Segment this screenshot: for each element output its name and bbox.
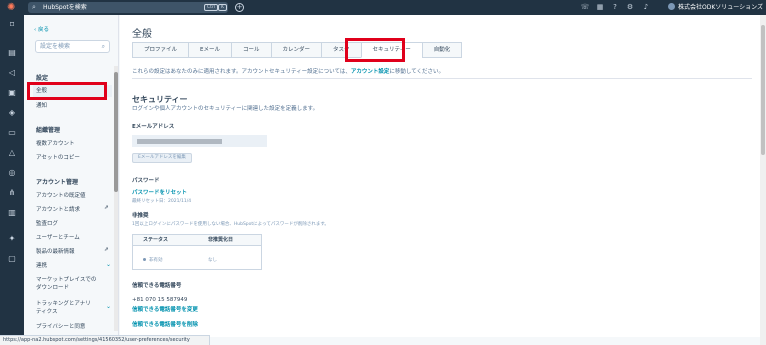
sidebar-item-integrations[interactable]: 連携 ⌄ <box>36 261 111 269</box>
sidebar-item-privacy-consent[interactable]: プライバシーと同意 <box>36 322 85 330</box>
section-heading-account: アカウント管理 <box>36 179 79 186</box>
data-icon[interactable]: ◎ <box>6 167 18 179</box>
global-search-placeholder: HubSpotを検索 <box>43 4 87 11</box>
chevron-down-icon: ⌄ <box>106 303 112 310</box>
section-heading-org: 組織管理 <box>36 127 61 134</box>
trusted-phone-label: 信頼できる電話番号 <box>132 283 182 289</box>
settings-tabs: プロファイル Eメール コール カレンダー タスク セキュリティー 自動化 <box>132 42 463 58</box>
content-icon[interactable]: ▣ <box>6 87 18 99</box>
commerce-icon[interactable]: ▭ <box>6 127 18 139</box>
column-header-deprecated-date: 非推奨化日 <box>208 237 234 243</box>
tab-calling[interactable]: コール <box>231 42 271 58</box>
shortcut-key-ctrl: Ctrl <box>204 4 219 11</box>
page-title: 全般 <box>132 29 152 40</box>
hubspot-logo-icon[interactable]: ✺ <box>7 2 18 13</box>
tab-calendar[interactable]: カレンダー <box>270 42 322 58</box>
sales-icon[interactable]: ◈ <box>6 107 18 119</box>
sidebar-item-notifications[interactable]: 通知 <box>36 101 47 109</box>
sidebar-item-users-teams[interactable]: ユーザーとチーム <box>36 233 80 241</box>
security-description: ログインや個人アカウントのセキュリティーに関連した設定を定義します。 <box>132 106 319 112</box>
contacts-icon[interactable]: ▤ <box>6 47 18 59</box>
marketing-icon[interactable]: ◁ <box>6 67 18 79</box>
email-field <box>132 135 267 147</box>
account-menu[interactable]: 株式会社ODKソリューションズ ▾ <box>668 0 766 26</box>
search-icon: ⌕ <box>101 43 105 50</box>
password-label: パスワード <box>132 178 160 184</box>
phone-icon[interactable]: ☏ <box>580 2 590 13</box>
marketplace-icon[interactable]: ▦ <box>595 2 605 13</box>
external-link-icon: ⇗ <box>104 247 109 253</box>
main-scrollbar-thumb[interactable] <box>761 25 765 155</box>
delete-phone-link[interactable]: 信頼できる電話番号を削除 <box>132 320 198 328</box>
automation-icon[interactable]: ⋔ <box>6 187 18 199</box>
passwordless-description: 1回以上ログインにパスワードを使用しない場合、HubSpotによってパスワードが… <box>132 222 329 227</box>
settings-gear-icon[interactable]: ⚙ <box>625 2 635 13</box>
library-icon[interactable]: ▢ <box>6 253 18 265</box>
shortcut-key-k: K <box>218 4 227 11</box>
help-icon[interactable]: ? <box>610 2 620 13</box>
redacted-email <box>137 139 222 144</box>
external-link-icon: ⇗ <box>104 205 109 211</box>
sidebar-item-multi-account[interactable]: 複数アカウント <box>36 139 75 147</box>
change-phone-link[interactable]: 信頼できる電話番号を変更 <box>132 305 198 313</box>
account-name: 株式会社ODKソリューションズ <box>678 4 764 11</box>
tab-automation[interactable]: 自動化 <box>421 42 463 58</box>
create-new-button[interactable]: + <box>235 3 244 12</box>
passwordless-label: 非推奨 <box>132 213 149 219</box>
settings-search-placeholder: 設定を検索 <box>40 43 71 50</box>
trusted-phone-number: +81 070 15 587949 <box>132 297 188 303</box>
table-header: ステータス 非推奨化日 <box>133 235 261 246</box>
highlight-box-security-tab <box>345 38 405 62</box>
column-header-status: ステータス <box>143 237 169 243</box>
reporting-icon[interactable]: ▥ <box>6 207 18 219</box>
edit-email-button[interactable]: Eメールアドレスを編集 <box>132 153 192 163</box>
main-content: 全般 プロファイル Eメール コール カレンダー タスク セキュリティー 自動化… <box>120 15 760 337</box>
tab-profile[interactable]: プロファイル <box>132 42 189 58</box>
reset-password-link[interactable]: パスワードをリセット <box>132 188 187 196</box>
sidebar-item-marketplace-downloads[interactable]: マーケットプレイスでの ダウンロード <box>36 275 96 291</box>
global-search-input[interactable]: ⌕ HubSpotを検索 Ctrl K <box>28 2 228 13</box>
browser-status-bar: https://app-na2.hubspot.com/settings/415… <box>0 335 210 345</box>
last-reset-date: 最終リセット日：2021/11/4 <box>132 199 192 204</box>
avatar <box>668 3 675 10</box>
password-status-table: ステータス 非推奨化日 非有効 なし <box>132 234 262 270</box>
highlight-box-general <box>27 82 107 100</box>
sidebar-item-audit-log[interactable]: 監査ログ <box>36 219 58 227</box>
notifications-bell-icon[interactable]: ♪ <box>641 2 651 13</box>
sidebar-item-product-updates[interactable]: 製品の最新情報 ⇗ <box>36 247 109 255</box>
settings-search-input[interactable]: 設定を検索 ⌕ <box>35 40 110 53</box>
sidebar-scrollbar-thumb[interactable] <box>114 72 118 192</box>
status-value: 非有効 <box>143 257 163 263</box>
section-heading-settings: 設定 <box>36 75 49 82</box>
main-scrollbar-track[interactable] <box>760 15 766 345</box>
sidebar-item-account-billing[interactable]: アカウントと請求 ⇗ <box>36 205 109 213</box>
tab-email[interactable]: Eメール <box>188 42 231 58</box>
divider <box>132 78 752 79</box>
bookmark-icon[interactable]: ⌑ <box>6 19 18 31</box>
back-link[interactable]: ‹ 戻る <box>34 25 49 33</box>
deprecated-date-value: なし <box>208 258 217 263</box>
chevron-down-icon: ⌄ <box>106 261 112 268</box>
settings-sidebar: ‹ 戻る 設定を検索 ⌕ 設定 全般 通知 組織管理 複数アカウント アセットの… <box>24 15 119 335</box>
sidebar-item-tracking-analytics[interactable]: トラッキングとアナリ ティクス ⌄ <box>36 299 111 315</box>
service-icon[interactable]: △ <box>6 147 18 159</box>
search-icon: ⌕ <box>32 3 36 11</box>
left-navigation-rail: ⌑ ▤ ◁ ▣ ◈ ▭ △ ◎ ⋔ ▥ ✦ ▢ <box>0 15 24 345</box>
account-settings-link[interactable]: アカウント設定 <box>351 69 390 75</box>
ai-sparkle-icon[interactable]: ✦ <box>6 233 18 245</box>
email-label: Eメールアドレス <box>132 124 175 130</box>
top-navigation-bar: ✺ ⌕ HubSpotを検索 Ctrl K + ☏ ▦ ? ⚙ ♪ 株式会社OD… <box>0 0 766 26</box>
status-dot-icon <box>143 258 146 261</box>
sidebar-item-account-defaults[interactable]: アカウントの既定値 <box>36 191 86 199</box>
sidebar-item-asset-copy[interactable]: アセットのコピー <box>36 153 80 161</box>
settings-scope-notice: これらの設定はあなたのみに適用されます。アカウントセキュリティー設定については、… <box>132 69 445 75</box>
